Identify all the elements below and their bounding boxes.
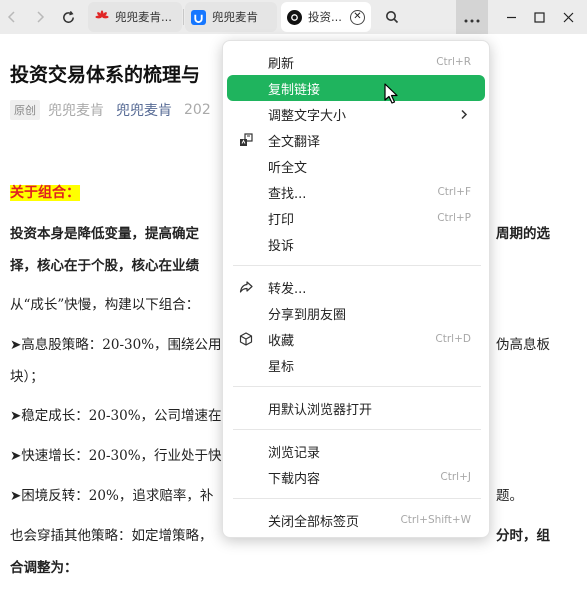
menu-item-open-default-browser[interactable]: 用默认浏览器打开 [227, 395, 485, 421]
browser-more-menu: 刷新 Ctrl+R 复制链接 调整文字大小 全文翻译 听全文 查找... Ctr… [222, 40, 490, 538]
menu-divider [233, 498, 481, 499]
shortcut-label: Ctrl+J [440, 471, 471, 483]
paragraph-line: 分时，组 [496, 528, 550, 544]
menu-item-close-all-tabs[interactable]: 关闭全部标签页 Ctrl+Shift+W [227, 507, 485, 533]
menu-item-translate[interactable]: 全文翻译 [227, 127, 485, 153]
more-menu-button[interactable] [456, 0, 488, 34]
tab-label: 投资... [308, 10, 342, 24]
publish-date: 202 [184, 102, 211, 118]
more-horizontal-icon [464, 8, 480, 27]
title-bar: 兜兜麦肯... 兜兜麦肯 投资... ✕ [0, 0, 587, 34]
menu-item-copy-link[interactable]: 复制链接 [227, 75, 485, 101]
app-logo-icon [191, 9, 206, 25]
tab-1[interactable]: 兜兜麦肯... [88, 2, 182, 32]
menu-item-report[interactable]: 投诉 [227, 231, 485, 257]
paragraph-line: 择，核心在于个股，核心在业绩 [10, 258, 199, 274]
menu-item-refresh[interactable]: 刷新 Ctrl+R [227, 49, 485, 75]
menu-item-find[interactable]: 查找... Ctrl+F [227, 179, 485, 205]
search-icon [385, 10, 399, 24]
shortcut-label: Ctrl+F [437, 186, 471, 198]
mouse-cursor-icon [384, 83, 398, 104]
paragraph-line: ➤稳定成长：20-30%，公司增速在 [10, 408, 222, 424]
menu-item-forward[interactable]: 转发... [227, 274, 485, 300]
close-icon [563, 12, 574, 23]
back-button[interactable] [0, 0, 24, 34]
paragraph-line: 也会穿插其他策略：如定增策略， [10, 528, 213, 544]
account-link[interactable]: 兜兜麦肯 [116, 100, 172, 120]
menu-item-text-size[interactable]: 调整文字大小 [227, 101, 485, 127]
menu-item-star[interactable]: 星标 [227, 352, 485, 378]
menu-item-favorite[interactable]: 收藏 Ctrl+D [227, 326, 485, 352]
reload-button[interactable] [56, 0, 80, 34]
maximize-icon [533, 11, 545, 23]
translate-icon [238, 132, 254, 148]
shortcut-label: Ctrl+Shift+W [400, 514, 471, 526]
tab-divider [183, 9, 184, 25]
shortcut-label: Ctrl+R [436, 56, 471, 68]
minimize-button[interactable] [497, 0, 525, 34]
paragraph-line: 块）； [10, 369, 44, 385]
tab-3-active[interactable]: 投资... ✕ [281, 2, 371, 32]
article-title: 投资交易体系的梳理与 [10, 64, 201, 86]
close-window-button[interactable] [553, 0, 583, 34]
original-badge: 原创 [10, 100, 40, 120]
menu-divider [233, 265, 481, 266]
tab-2[interactable]: 兜兜麦肯 [185, 2, 277, 32]
section-heading: 关于组合： [10, 185, 80, 201]
menu-item-share-moments[interactable]: 分享到朋友圈 [227, 300, 485, 326]
tab-label: 兜兜麦肯... [115, 10, 172, 24]
menu-divider [233, 386, 481, 387]
search-button[interactable] [378, 0, 406, 34]
circle-logo-icon [287, 9, 302, 25]
shortcut-label: Ctrl+P [437, 212, 471, 224]
author-name: 兜兜麦肯 [48, 103, 104, 119]
cube-icon [238, 331, 254, 347]
share-icon [238, 279, 254, 295]
paragraph-line: 题。 [496, 488, 523, 504]
paragraph-line: 周期的选 [496, 226, 550, 242]
minimize-icon [506, 12, 517, 23]
paragraph-line: ➤高息股策略：20-30%，围绕公用 [10, 337, 222, 353]
maximize-button[interactable] [525, 0, 553, 34]
menu-divider [233, 429, 481, 430]
shortcut-label: Ctrl+D [435, 333, 471, 345]
article-meta: 原创 兜兜麦肯 兜兜麦肯 202 [10, 100, 211, 120]
menu-item-listen[interactable]: 听全文 [227, 153, 485, 179]
chevron-right-icon [34, 10, 46, 24]
paragraph-line: 投资本身是降低变量，提高确定 [10, 226, 199, 242]
paragraph-line: 从“成长”快慢，构建以下组合： [10, 297, 200, 313]
menu-item-history[interactable]: 浏览记录 [227, 438, 485, 464]
tab-label: 兜兜麦肯 [212, 10, 258, 24]
close-tab-icon[interactable]: ✕ [350, 9, 365, 25]
paragraph-line: ➤快速增长：20-30%，行业处于快 [10, 448, 222, 464]
chevron-right-icon [457, 107, 471, 121]
menu-item-downloads[interactable]: 下载内容 Ctrl+J [227, 464, 485, 490]
menu-item-print[interactable]: 打印 Ctrl+P [227, 205, 485, 231]
paragraph-line: 合调整为： [10, 560, 78, 576]
chevron-left-icon [6, 10, 18, 24]
huawei-logo-icon [94, 10, 109, 25]
paragraph-line: 伪高息板 [496, 337, 550, 353]
reload-icon [61, 10, 76, 25]
forward-button[interactable] [28, 0, 52, 34]
paragraph-line: ➤困境反转：20%，追求赔率，补 [10, 488, 214, 504]
